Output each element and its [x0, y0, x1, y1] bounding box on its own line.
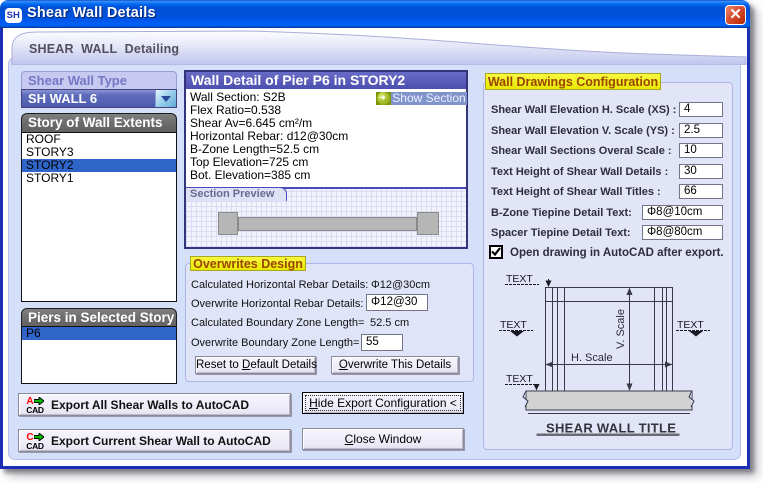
svg-text:TEXT: TEXT [506, 273, 533, 285]
svg-text:SHEAR WALL TITLE: SHEAR WALL TITLE [546, 421, 676, 436]
svg-text:H. Scale: H. Scale [571, 352, 613, 364]
svg-text:TEXT: TEXT [506, 373, 533, 385]
svg-text:TEXT: TEXT [500, 319, 527, 331]
svg-text:TEXT: TEXT [677, 319, 704, 331]
svg-text:V. Scale: V. Scale [615, 309, 627, 349]
